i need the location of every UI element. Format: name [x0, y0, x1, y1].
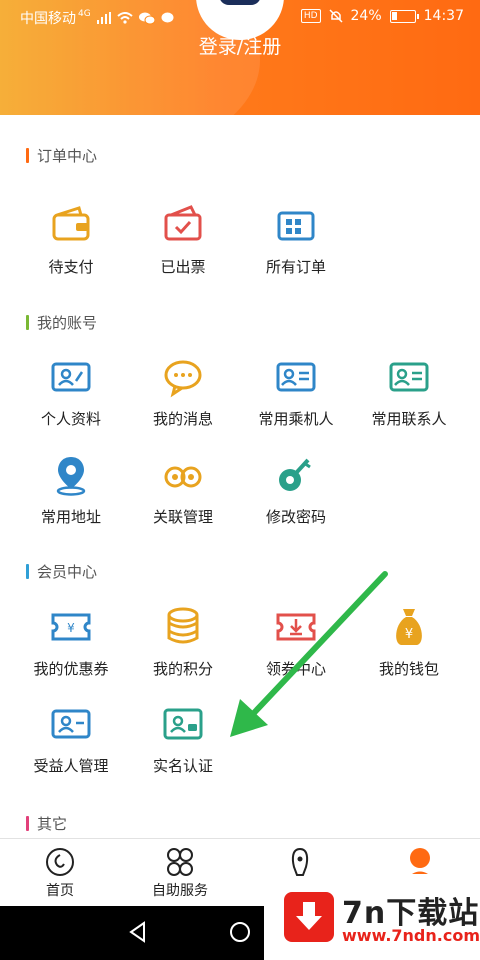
service-icon [291, 847, 309, 876]
profile-header: 中国移动 4G HD 24% 14:37 登录/注册 [0, 0, 480, 115]
mute-bell-icon [328, 9, 343, 23]
tab-service[interactable] [240, 847, 360, 880]
download-logo-icon [284, 892, 334, 942]
carrier-name: 中国移动 [20, 11, 76, 27]
self-service-icon [167, 848, 193, 876]
hd-badge: HD [300, 9, 321, 23]
tab-home[interactable]: 首页 [0, 847, 120, 900]
clock: 14:37 [423, 8, 464, 24]
tab-label: 自助服务 [152, 883, 208, 899]
signal-icon [96, 12, 111, 24]
home-button-icon[interactable] [228, 920, 252, 944]
back-icon[interactable] [126, 920, 150, 944]
tab-profile[interactable] [360, 847, 480, 880]
tab-self-service[interactable]: 自助服务 [120, 847, 240, 900]
battery-icon [389, 9, 419, 23]
chat-bubble-icon [161, 12, 174, 23]
watermark: 7n下载站 www.7ndn.com [264, 880, 480, 960]
watermark-url: www.7ndn.com [342, 926, 480, 945]
tab-label: 首页 [46, 883, 74, 899]
login-register-link[interactable]: 登录/注册 [0, 32, 480, 59]
profile-icon [410, 848, 430, 874]
home-icon [46, 848, 74, 876]
wechat-icon [138, 12, 155, 24]
wifi-icon [117, 12, 133, 24]
annotation-arrow [230, 571, 388, 737]
network-type: 4G [78, 9, 91, 19]
battery-percent: 24% [350, 8, 382, 24]
menu-content[interactable]: 订单中心 待支付 已出票 所有订单 我的账号 个人资料 我的消息 常用乘机人 常… [0, 115, 480, 838]
